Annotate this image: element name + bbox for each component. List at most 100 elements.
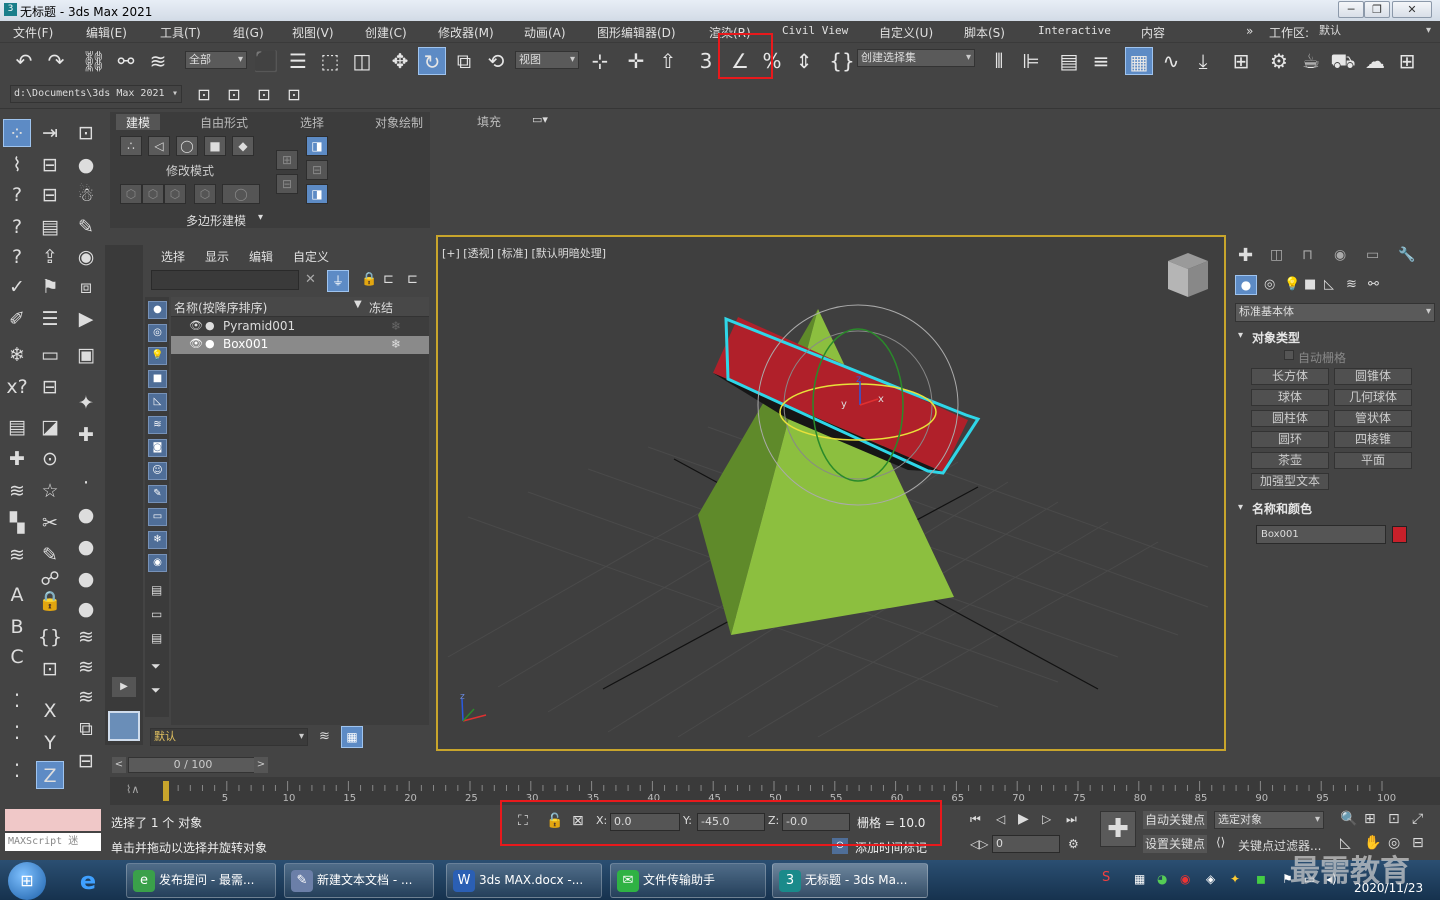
filter-funnel-icon[interactable]: ⏷ [151, 659, 161, 674]
geosphere-button[interactable]: 几何球体 [1334, 389, 1412, 406]
side-tool2-icon[interactable]: ⊟ [276, 174, 298, 194]
filter-invert-icon[interactable]: ▤ [151, 631, 162, 645]
play-icon[interactable]: ▶ [1018, 811, 1029, 827]
layers4-icon[interactable]: ≋ [72, 683, 100, 711]
script-icon[interactable]: ⊡ [36, 655, 64, 683]
tray-network-icon[interactable]: ▦ [1134, 872, 1145, 886]
curve-editor-icon[interactable]: ∿ [1157, 47, 1185, 75]
workspace-dropdown[interactable]: 默认 [1316, 23, 1434, 41]
explorer-expand-icon[interactable]: ▶ [112, 677, 136, 697]
menu-graph-editors[interactable]: 图形编辑器(D) [597, 24, 676, 41]
menu-animation[interactable]: 动画(A) [524, 24, 566, 41]
sphere-tool-icon[interactable]: ● [72, 151, 100, 179]
maxscript-input[interactable]: MAXScript 迷 [5, 833, 101, 851]
render-dot-icon[interactable]: ● [205, 319, 215, 332]
torus-button[interactable]: 圆环 [1251, 431, 1329, 448]
render-frame-icon[interactable]: ⛟ [1329, 47, 1357, 75]
render-dot-icon[interactable]: ● [205, 337, 215, 350]
bind-space-warp-icon[interactable]: ≋ [144, 47, 172, 75]
menu-file[interactable]: 文件(F) [13, 24, 53, 41]
check-icon[interactable]: ✓ [3, 273, 31, 301]
text-a-icon[interactable]: A [3, 581, 31, 609]
unlink-icon[interactable]: ⚯ [112, 47, 140, 75]
project-settings-icon[interactable]: ⊡ [280, 81, 308, 109]
plane-button[interactable]: 平面 [1334, 452, 1412, 469]
undo-icon[interactable]: ↶ [10, 47, 38, 75]
text-c-icon[interactable]: C [3, 643, 31, 671]
cameras-icon[interactable]: ■ [1304, 277, 1316, 292]
ribbon-options-icon[interactable]: ▭▾ [532, 113, 548, 126]
minimize-button[interactable]: ─ [1338, 1, 1364, 18]
auto-grid-checkbox[interactable] [1284, 350, 1294, 360]
sphere-button[interactable]: 球体 [1251, 389, 1329, 406]
window-crossing-icon[interactable]: ◫ [348, 47, 376, 75]
tray-shield-icon[interactable]: ◈ [1206, 872, 1215, 886]
project-save-icon[interactable]: ⊡ [250, 81, 278, 109]
vertex-icon[interactable]: ∴ [120, 136, 142, 156]
select-by-name-icon[interactable]: ☰ [284, 47, 312, 75]
poly-tool3-icon[interactable]: ⬡ [164, 184, 186, 204]
snowflake-icon[interactable]: ❄ [3, 341, 31, 369]
scene-explorer-icon[interactable]: ▤ [1055, 47, 1083, 75]
redo-icon[interactable]: ↷ [42, 47, 70, 75]
filter-tool-icon[interactable]: ⊟ [36, 181, 64, 209]
axis-y-icon[interactable]: Y [36, 729, 64, 757]
poly-tool4-icon[interactable]: ⬡ [194, 184, 216, 204]
filter-spacewarps-icon[interactable]: ≋ [148, 416, 167, 434]
filter-bones-icon[interactable]: ✎ [148, 485, 167, 503]
track-view-icon[interactable]: ⌇∧ [126, 783, 139, 796]
xref-icon[interactable]: x? [3, 373, 31, 401]
sort-desc-icon[interactable]: ▼ [354, 299, 362, 310]
upload-icon[interactable]: ⇪ [36, 243, 64, 271]
layers-icon[interactable]: ≋ [3, 477, 31, 505]
ribbon-tab-freeform[interactable]: 自由形式 [200, 114, 248, 130]
poly-tool1-icon[interactable]: ⬡ [120, 184, 142, 204]
reference-coordinate-dropdown[interactable]: 视图 [515, 51, 579, 69]
geometry-category-dropdown[interactable]: 标准基本体 [1235, 303, 1435, 322]
ribbon-tab-populate[interactable]: 填充 [477, 113, 501, 130]
maximize-viewport-icon[interactable]: ⊟ [1412, 835, 1424, 851]
spinner-snap-icon[interactable]: ⇕ [790, 47, 818, 75]
layer-tool-icon[interactable]: ▤ [36, 213, 64, 241]
clear-search-icon[interactable]: ✕ [305, 272, 316, 287]
project-open-icon[interactable]: ⊡ [220, 81, 248, 109]
table-row-selected[interactable]: 👁 ● Box001 ❄ [171, 336, 429, 354]
rect-selection-icon[interactable]: ⬚ [316, 47, 344, 75]
teapot-button[interactable]: 茶壶 [1251, 452, 1329, 469]
select-region-icon[interactable]: ▚ [3, 509, 31, 537]
time-next-button[interactable]: > [254, 757, 268, 773]
filter-frozen-icon[interactable]: ❄ [148, 531, 167, 549]
set-key-button[interactable]: 设置关键点 [1143, 835, 1207, 853]
film-icon[interactable]: ▣ [72, 341, 100, 369]
filter-containers-icon[interactable]: ▭ [148, 508, 167, 526]
menu-edit[interactable]: 编辑(E) [86, 24, 127, 41]
next-frame-icon[interactable]: ▷ [1042, 812, 1051, 826]
column-name-sort[interactable]: 名称(按降序排序) [174, 299, 267, 316]
pyramid-button[interactable]: 四棱锥 [1334, 431, 1412, 448]
character-icon[interactable]: ☃ [72, 181, 100, 209]
list-icon[interactable]: ▤ [3, 413, 31, 441]
scene-tab-customize[interactable]: 自定义 [293, 248, 329, 265]
snaps-toggle-icon[interactable]: 3 [692, 47, 720, 75]
hierarchy-icon[interactable]: ⊏ [383, 272, 394, 287]
object-name-input[interactable]: Box001 [1256, 525, 1386, 544]
save-tool-icon[interactable]: ⊟ [36, 373, 64, 401]
plus-tool-icon[interactable]: ✚ [72, 421, 100, 449]
key-mode-icon[interactable]: ◁▷ [970, 837, 988, 851]
systems-icon[interactable]: ⚯ [1368, 277, 1379, 292]
spacewarps-icon[interactable]: ≋ [1346, 277, 1357, 292]
project-folder-icon[interactable]: ⊡ [190, 81, 218, 109]
ribbon-tab-object-paint[interactable]: 对象绘制 [375, 114, 423, 130]
time-config-icon[interactable]: ⚙ [1068, 837, 1079, 851]
dots-a-icon[interactable]: ⁚ [3, 687, 31, 715]
menu-group[interactable]: 组(G) [233, 24, 264, 41]
object-color-swatch[interactable] [1392, 526, 1407, 543]
filter-lights-icon[interactable]: 💡 [148, 347, 167, 365]
box-button[interactable]: 长方体 [1251, 368, 1329, 385]
zoom-icon[interactable]: 🔍 [1340, 811, 1357, 827]
tray-wechat-icon[interactable]: ◕ [1157, 872, 1167, 886]
menu-create[interactable]: 创建(C) [365, 24, 407, 41]
filter-geometry-icon[interactable]: ● [148, 301, 167, 319]
key-filter-icon[interactable]: ⟨⟩ [1216, 835, 1225, 849]
viewport-shot-icon[interactable]: ⊡ [72, 119, 100, 147]
